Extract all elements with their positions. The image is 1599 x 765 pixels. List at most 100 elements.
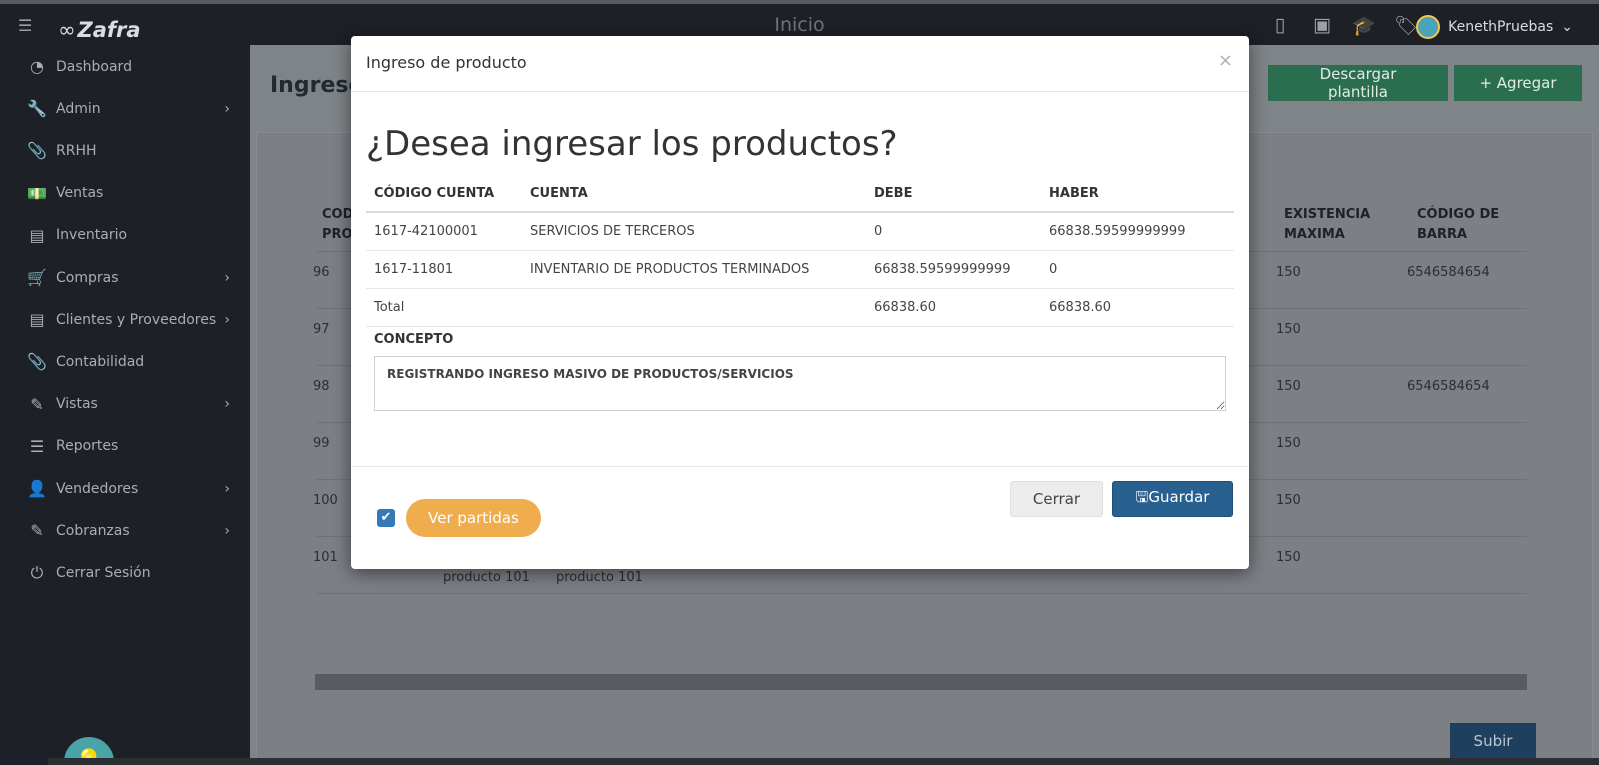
column-header: DEBE [866,176,1041,213]
power-icon: ⏻ [30,563,44,583]
table-row-code: 96 [313,265,330,280]
list-icon: ☰ [29,436,45,456]
save-button[interactable]: 🖫Guardar [1112,481,1233,517]
accounts-table: CÓDIGO CUENTA CUENTA DEBE HABER 1617-421… [366,176,1234,327]
table-row: 1617-42100001 SERVICIOS DE TERCEROS 0 66… [366,212,1234,251]
modal-header: Ingreso de producto × [351,36,1249,92]
account-name: INVENTARIO DE PRODUCTOS TERMINADOS [522,250,866,289]
edit-icon: ✎ [30,521,44,541]
sidebar-item-compras[interactable]: 🛒 Compras › [26,268,236,287]
account-code: 1617-11801 [366,250,522,289]
user-menu[interactable]: KenethPruebas ⌄ [1416,15,1573,39]
sidebar-item-label: Vistas [56,396,98,413]
sidebar-item-reportes[interactable]: ☰ Reportes [26,437,236,456]
book-icon: ▤ [29,310,45,330]
concept-textarea[interactable] [374,356,1226,411]
sidebar: ◔ Dashboard 🔧 Admin › 📎 RRHH 💵 Ventas ▤ Inventario… [0,45,250,765]
table-row-max: 150 [1276,493,1301,508]
table-row-code: 99 [313,436,330,451]
table-row-max: 150 [1276,265,1301,280]
table-row-divider [317,593,1527,594]
add-button[interactable]: + Agregar [1454,65,1582,101]
paperclip-icon: 📎 [27,352,47,372]
table-row-barcode: 6546584654 [1407,379,1490,394]
briefcase-icon[interactable]: ▣ [1309,14,1335,37]
debit-value: 0 [866,212,1041,251]
sidebar-item-label: Admin [56,100,101,117]
sidebar-item-ventas[interactable]: 💵 Ventas [26,184,236,203]
close-icon[interactable]: × [1218,50,1233,71]
sidebar-item-admin[interactable]: 🔧 Admin › [26,99,236,118]
confirm-question: ¿Desea ingresar los productos? [366,124,898,164]
chevron-right-icon: › [224,522,230,539]
table-row-code: 98 [313,379,330,394]
top-icon-group: ▯ ▣ 🎓 🏷 [1267,14,1419,37]
close-button[interactable]: Cerrar [1010,481,1103,517]
sidebar-item-vendedores[interactable]: 👤 Vendedores › [26,479,236,498]
download-template-button[interactable]: Descargar plantilla [1268,65,1448,101]
table-row-max: 150 [1276,322,1301,337]
sidebar-item-label: Compras [56,269,119,286]
user-icon: 👤 [27,479,47,498]
save-label: Guardar [1148,487,1210,506]
product-entry-modal: Ingreso de producto × ¿Desea ingresar lo… [351,36,1249,569]
total-empty [522,288,866,327]
sidebar-item-label: Contabilidad [56,353,145,370]
table-header-code: COD PRO [322,207,354,242]
total-credit: 66838.60 [1041,288,1234,327]
mobile-icon[interactable]: ▯ [1267,14,1293,37]
modal-footer-divider [351,466,1249,467]
total-debit: 66838.60 [866,288,1041,327]
account-code: 1617-42100001 [366,212,522,251]
ver-partidas-checkbox[interactable]: ✔ [377,509,395,527]
save-icon: 🖫 [1135,487,1149,506]
sidebar-item-vistas[interactable]: ✎ Vistas › [26,395,236,414]
sidebar-item-label: Vendedores [56,480,139,497]
chevron-right-icon: › [224,100,230,117]
table-header-barcode: CÓDIGO DE BARRA [1417,207,1500,242]
debit-value: 66838.59599999999 [866,250,1041,289]
sidebar-item-label: Clientes y Proveedores [56,311,217,328]
dashboard-icon: ◔ [30,57,44,76]
total-row: Total 66838.60 66838.60 [366,288,1234,327]
book-icon: ▤ [29,225,45,245]
sidebar-item-cerrar-sesi-n[interactable]: ⏻ Cerrar Sesión [26,563,236,583]
sidebar-item-cobranzas[interactable]: ✎ Cobranzas › [26,521,236,540]
table-row-max: 150 [1276,379,1301,394]
submit-button[interactable]: Subir [1450,723,1536,759]
table-row-max: 150 [1276,436,1301,451]
chevron-right-icon: › [224,311,230,328]
table-row-max: 150 [1276,550,1301,565]
horizontal-scrollbar[interactable] [315,674,1527,690]
sidebar-item-label: Ventas [56,185,104,202]
table-row-description: producto 101 [556,570,643,585]
section-title: Ingreso [270,73,364,98]
ver-partidas-button[interactable]: Ver partidas [406,499,541,537]
credit-value: 0 [1041,250,1234,289]
table-row-name: producto 101 [443,570,530,585]
sidebar-item-label: Inventario [56,227,128,244]
wrench-icon: 🔧 [27,99,47,119]
sidebar-item-rrhh[interactable]: 📎 RRHH [26,141,236,160]
chevron-right-icon: › [224,396,230,413]
sidebar-item-label: RRHH [56,142,97,159]
column-header: CÓDIGO CUENTA [366,176,522,213]
column-header: HABER [1041,176,1234,213]
paperclip-icon: 📎 [27,141,47,161]
table-row-code: 97 [313,322,330,337]
graduation-cap-icon[interactable]: 🎓 [1351,14,1377,37]
modal-title: Ingreso de producto [366,53,527,72]
tags-icon[interactable]: 🏷 [1393,14,1419,37]
chevron-right-icon: › [224,269,230,286]
table-row: 1617-11801 INVENTARIO DE PRODUCTOS TERMI… [366,250,1234,289]
sidebar-item-inventario[interactable]: ▤ Inventario [26,226,236,245]
sidebar-item-contabilidad[interactable]: 📎 Contabilidad [26,352,236,371]
sidebar-item-clientes-y-proveedores[interactable]: ▤ Clientes y Proveedores › [26,310,236,329]
user-name: KenethPruebas [1448,19,1554,35]
sidebar-item-dashboard[interactable]: ◔ Dashboard [26,57,236,76]
sidebar-item-label: Reportes [56,438,119,455]
chevron-down-icon: ⌄ [1561,19,1573,35]
avatar [1416,15,1441,39]
table-row-barcode: 6546584654 [1407,265,1490,280]
column-header: CUENTA [522,176,866,213]
